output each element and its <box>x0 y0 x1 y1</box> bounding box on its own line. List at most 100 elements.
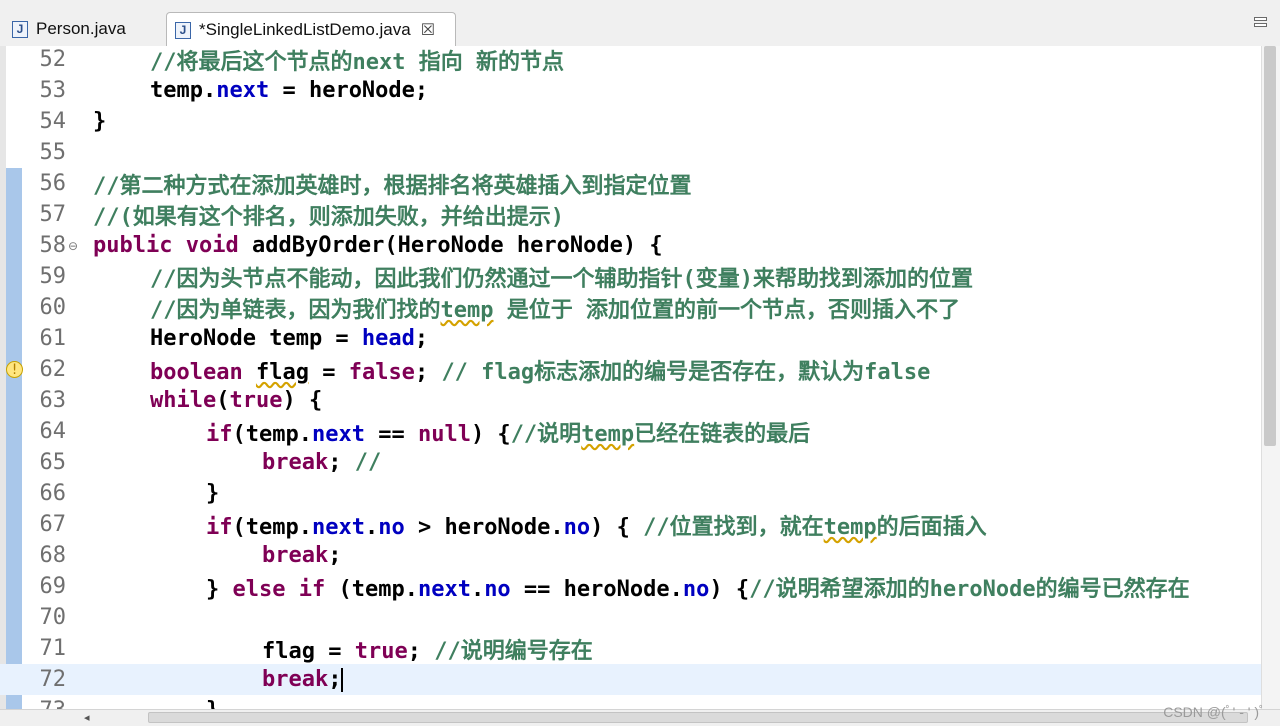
java-file-icon: J <box>175 21 191 39</box>
code-token: if <box>206 514 233 540</box>
close-tab-icon[interactable]: ☒ <box>421 20 435 40</box>
code-token: public <box>93 233 173 258</box>
code-token: ) { <box>282 388 323 413</box>
java-file-icon: J <box>12 20 28 38</box>
vertical-scrollbar[interactable] <box>1261 46 1280 710</box>
code-token: temp <box>440 297 494 323</box>
code-line[interactable]: 65 break; // <box>0 447 1262 478</box>
code-text: if(temp.next.no > heroNode.no) { //位置找到，… <box>206 509 987 541</box>
code-token: break <box>262 667 329 692</box>
code-token: ; <box>328 543 342 568</box>
code-line[interactable]: 69} else if (temp.next.no == heroNode.no… <box>0 571 1262 602</box>
code-line[interactable]: 61 HeroNode temp = head; <box>0 323 1262 354</box>
line-number: 54 <box>39 109 67 134</box>
code-text: flag = true; //说明编号存在 <box>262 633 593 665</box>
code-token: break <box>262 450 329 475</box>
code-line[interactable]: 67 if(temp.next.no > heroNode.no) { //位置找… <box>0 509 1262 540</box>
code-text: //因为头节点不能动，因此我们仍然通过一个辅助指针(变量)来帮助找到添加的位置 <box>150 261 973 293</box>
code-token: next <box>311 514 365 540</box>
code-line[interactable]: 71 flag = true; //说明编号存在 <box>0 633 1262 664</box>
code-editor[interactable]: ! 52//将最后这个节点的next 指向 新的节点 53 temp.next = … <box>0 46 1280 710</box>
code-token: temp <box>581 421 635 447</box>
code-token: //因为单链表，因为我们找的 <box>150 297 441 323</box>
code-token: // flag标志添加的编号是否存在，默认为false <box>441 359 931 385</box>
code-line[interactable]: 53 temp.next = heroNode; <box>0 75 1262 106</box>
line-number: 58 <box>39 233 67 258</box>
code-token: 的后面插入 <box>876 514 987 540</box>
code-token: (temp. <box>325 576 418 602</box>
code-text: break; <box>262 667 344 692</box>
code-line[interactable]: 66} <box>0 478 1262 509</box>
code-line[interactable]: 72 break; <box>0 664 1262 695</box>
scroll-left-icon[interactable]: ◂ <box>84 711 98 724</box>
code-token: ) { <box>470 421 511 447</box>
code-text: public void addByOrder(HeroNode heroNode… <box>93 233 663 258</box>
code-token: } <box>206 481 220 506</box>
code-token: ; <box>414 326 429 351</box>
code-token: > heroNode. <box>404 514 564 540</box>
vertical-scroll-thumb[interactable] <box>1264 46 1276 446</box>
code-line[interactable]: 63 while(true) { <box>0 385 1262 416</box>
line-number: 53 <box>39 78 67 103</box>
code-token: } <box>206 576 233 602</box>
code-token: no <box>378 514 405 540</box>
code-line[interactable]: 54} <box>0 106 1262 137</box>
code-token: ; <box>328 667 342 692</box>
horizontal-scroll-thumb[interactable] <box>148 712 1248 723</box>
code-token: (temp. <box>232 514 312 540</box>
code-line[interactable]: 52 //将最后这个节点的next 指向 新的节点 <box>0 46 1262 75</box>
code-token: = <box>308 359 349 385</box>
code-line[interactable]: 64 if(temp.next == null) {//说明temp已经在链表的最… <box>0 416 1262 447</box>
code-token: } <box>93 109 107 134</box>
line-number: 60 <box>39 295 67 320</box>
code-line[interactable]: 57 //(如果有这个排名，则添加失败，并给出提示) <box>0 199 1262 230</box>
code-token: true <box>354 638 408 664</box>
code-text: break; <box>262 543 341 568</box>
editor-tab-bar: J Person.java J *SingleLinkedListDemo.ja… <box>0 0 1280 47</box>
code-text: } <box>93 109 106 134</box>
code-line[interactable]: 58 ⊖ public void addByOrder(HeroNode heroN… <box>0 230 1262 261</box>
code-token: . <box>364 514 379 540</box>
line-number: 55 <box>39 140 67 165</box>
code-token: //(如果有这个排名，则添加失败，并给出提示) <box>93 204 564 230</box>
line-number: 59 <box>39 264 67 289</box>
code-token: ; <box>328 450 355 475</box>
code-line[interactable]: 68 break; <box>0 540 1262 571</box>
code-line[interactable]: 70 <box>0 602 1262 633</box>
watermark: CSDN @(ﾟ' - ' )ﾟ <box>1163 704 1266 720</box>
code-token: //说明希望添加的heroNode的编号已然存在 <box>749 576 1190 602</box>
line-number: 52 <box>39 47 67 72</box>
code-line[interactable]: 60 //因为单链表，因为我们找的temp 是位于 添加位置的前一个节点，否则插入… <box>0 292 1262 323</box>
code-line[interactable]: 73} <box>0 695 1262 710</box>
line-number: 66 <box>39 481 67 506</box>
code-token: ) { <box>709 576 750 602</box>
code-token: 是位于 添加位置的前一个节点，否则插入不了 <box>493 297 960 323</box>
code-token: ( <box>216 388 230 413</box>
code-token: 已经在链表的最后 <box>634 421 811 447</box>
restore-icon[interactable] <box>1254 16 1268 30</box>
line-number: 72 <box>39 667 67 692</box>
horizontal-scrollbar[interactable]: ◂ <box>0 709 1280 726</box>
line-number: 61 <box>39 326 67 351</box>
tab-person-java[interactable]: J Person.java <box>6 12 162 46</box>
code-token: no <box>484 576 511 602</box>
code-token: //将最后这个节点的next 指向 新的节点 <box>150 49 564 75</box>
code-token: null <box>417 421 471 447</box>
code-token: == <box>364 421 418 447</box>
tab-label: *SingleLinkedListDemo.java <box>199 20 411 39</box>
code-line[interactable]: 62 boolean flag = false; // flag标志添加的编号是否… <box>0 354 1262 385</box>
code-token: temp. <box>150 78 217 103</box>
code-line[interactable]: 59 //因为头节点不能动，因此我们仍然通过一个辅助指针(变量)来帮助找到添加的位… <box>0 261 1262 292</box>
code-token: while <box>150 388 217 413</box>
line-number: 64 <box>39 419 67 444</box>
line-number: 71 <box>39 636 67 661</box>
code-token: next <box>216 78 270 103</box>
code-line[interactable]: 55 <box>0 137 1262 168</box>
code-token: (temp. <box>232 421 312 447</box>
code-token: if <box>298 576 326 602</box>
tab-singlelinkedlistdemo-java[interactable]: J *SingleLinkedListDemo.java ☒ <box>166 12 456 47</box>
code-line[interactable]: 56 //第二种方式在添加英雄时，根据排名将英雄插入到指定位置 <box>0 168 1262 199</box>
code-token: ) { <box>590 514 644 540</box>
code-token: //说明编号存在 <box>434 638 593 664</box>
fold-collapse-icon[interactable]: ⊖ <box>66 239 80 253</box>
